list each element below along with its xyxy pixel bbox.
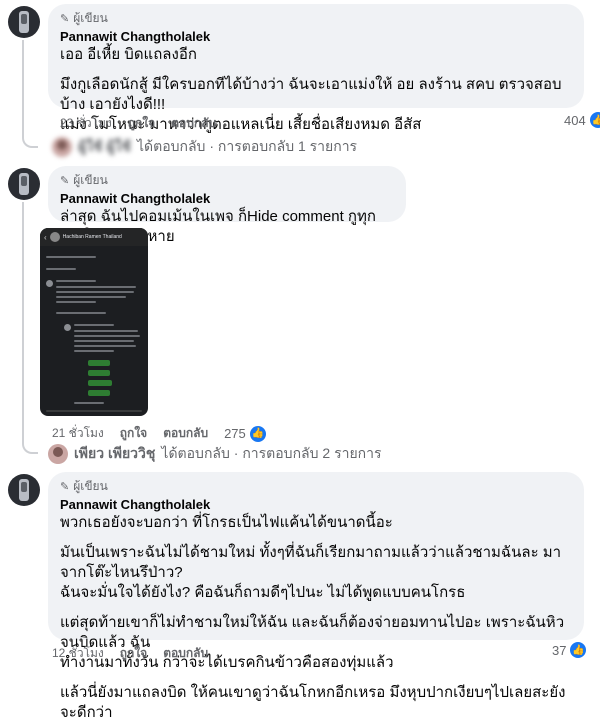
like-button[interactable]: ถูกใจ	[120, 424, 147, 443]
comment-bubble: ✎ ผู้เขียน Pannawit Changtholalek เออ อี…	[48, 4, 584, 133]
comment-text: มึงกูเลือดนักสู้ มีใครบอกทีได้บ้างว่า ฉั…	[60, 76, 562, 113]
reply-button[interactable]: ตอบกลับ	[163, 424, 208, 443]
comment-actions: 23 ชั่วโมง ถูกใจ ตอบกลับ	[60, 114, 216, 133]
thread-curve	[22, 134, 38, 148]
thread-line	[22, 202, 24, 442]
author-name[interactable]: Pannawit Changtholalek	[60, 190, 394, 207]
comment-actions: 21 ชั่วโมง ถูกใจ ตอบกลับ 275 👍	[52, 424, 266, 443]
timestamp[interactable]: 23 ชั่วโมง	[60, 114, 112, 133]
author-name[interactable]: Pannawit Changtholalek	[60, 496, 572, 513]
avatar[interactable]	[8, 168, 40, 200]
comment-bubble: ✎ ผู้เขียน Pannawit Changtholalek ล่าสุด…	[48, 166, 406, 245]
reply-summary-text: ได้ตอบกลับ · การตอบกลับ 1 รายการ	[136, 138, 358, 154]
pencil-icon: ✎	[60, 174, 70, 187]
author-badge: ✎ ผู้เขียน	[60, 10, 572, 26]
page-avatar	[49, 232, 60, 242]
comment-bubble: ✎ ผู้เขียน Pannawit Changtholalek พวกเธอ…	[48, 472, 584, 721]
reply-summary-text: ได้ตอบกลับ · การตอบกลับ 2 รายการ	[161, 445, 382, 461]
comment-text: ฉันจะมั่นใจได้ยังไง? คือฉันก็ถามดีๆไปนะ …	[60, 584, 466, 601]
back-arrow-icon: ‹	[44, 232, 47, 242]
avatar	[52, 137, 72, 157]
view-replies-link[interactable]: ผู้ใช้ ผู้ใช้ ได้ตอบกลับ · การตอบกลับ 1 …	[52, 136, 357, 158]
like-button[interactable]: ถูกใจ	[128, 114, 155, 133]
author-badge: ✎ ผู้เขียน	[60, 478, 572, 494]
thread-line	[22, 40, 24, 136]
comment-thread: ✎ ผู้เขียน Pannawit Changtholalek เออ อี…	[0, 0, 600, 721]
comment-text: พวกเธอยังจะบอกว่า ที่โกรธเป็นไฟแค้นได้ขน…	[60, 514, 393, 531]
attached-screenshot[interactable]: ‹ Hachiban Ramen Thailand	[40, 228, 148, 416]
like-reaction-icon: 👍	[249, 425, 266, 442]
reaction-count: 275	[224, 426, 246, 441]
screenshot-page-name: Hachiban Ramen Thailand	[62, 234, 122, 240]
reaction-count: 37	[552, 642, 567, 658]
like-reaction-icon: 👍	[570, 642, 587, 658]
comment-text: แล้วนี่ยังมาแถลงบิด ให้คนเขาดูว่าฉันโกหก…	[60, 684, 566, 721]
reaction-summary[interactable]: 37 👍	[552, 642, 587, 658]
avatar[interactable]	[8, 6, 40, 38]
avatar[interactable]	[8, 474, 40, 506]
author-name[interactable]: Pannawit Changtholalek	[60, 28, 572, 45]
pencil-icon: ✎	[60, 12, 70, 25]
reply-button[interactable]: ตอบกลับ	[171, 114, 216, 133]
comment-text: มันเป็นเพราะฉันไม่ได้ชามใหม่ ทั้งๆที่ฉัน…	[60, 544, 562, 581]
badge-label: ผู้เขียน	[73, 172, 108, 187]
timestamp[interactable]: 21 ชั่วโมง	[52, 424, 104, 443]
pencil-icon: ✎	[60, 480, 70, 493]
thread-curve	[22, 440, 38, 454]
reply-author-name: ผู้ใช้ ผู้ใช้	[78, 138, 131, 154]
badge-label: ผู้เขียน	[73, 478, 108, 493]
reaction-summary[interactable]: 275 👍	[224, 425, 266, 442]
view-replies-link[interactable]: เพียว เพียววิชุ ได้ตอบกลับ · การตอบกลับ …	[48, 443, 382, 465]
like-reaction-icon: 👍	[589, 112, 600, 128]
screenshot-header: ‹ Hachiban Ramen Thailand	[40, 228, 148, 246]
avatar	[48, 444, 68, 464]
reaction-summary[interactable]: 404 👍	[564, 112, 600, 128]
reply-author-name: เพียว เพียววิชุ	[74, 445, 156, 461]
comment-text: เออ อีเหี้ย บิดแถลงอีก	[60, 46, 197, 63]
badge-label: ผู้เขียน	[73, 10, 108, 25]
reaction-count: 404	[564, 112, 586, 128]
author-badge: ✎ ผู้เขียน	[60, 172, 394, 188]
